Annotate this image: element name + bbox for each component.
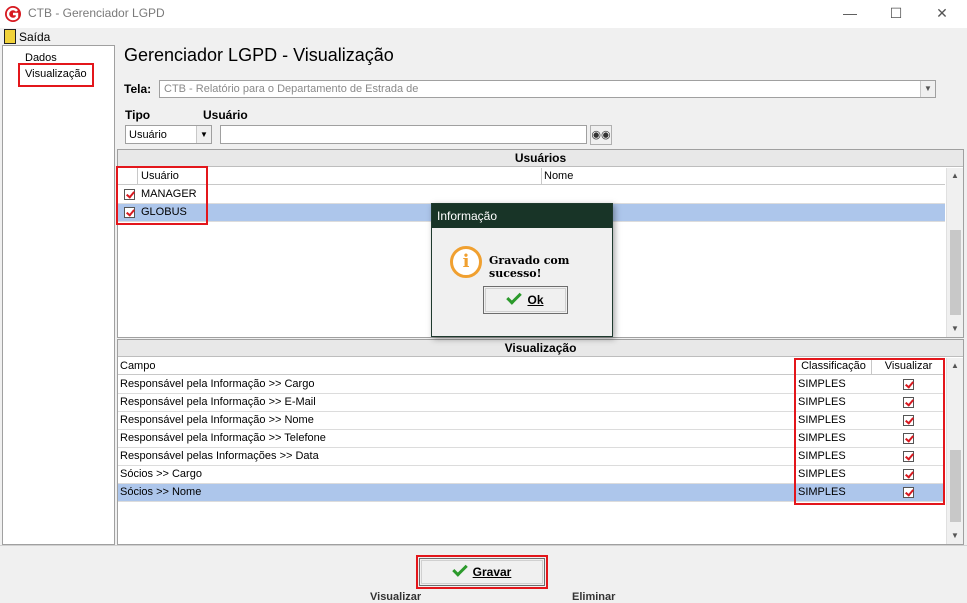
maximize-button[interactable]: ☐ <box>873 0 919 28</box>
menu-exit[interactable]: Saída <box>19 30 50 44</box>
campo-cell: Sócios >> Nome <box>120 486 202 498</box>
tela-select-value: CTB - Relatório para o Departamento de E… <box>164 83 419 95</box>
info-icon: i <box>450 246 482 278</box>
campo-cell: Responsável pela Informação >> E-Mail <box>120 396 316 408</box>
campo-cell: Responsável pela Informação >> Telefone <box>120 432 326 444</box>
scroll-thumb[interactable] <box>950 450 961 522</box>
close-button[interactable]: ✕ <box>919 0 965 28</box>
campo-cell: Responsável pela Informação >> Cargo <box>120 378 315 390</box>
tipo-label: Tipo <box>125 108 151 122</box>
tela-select[interactable]: CTB - Relatório para o Departamento de E… <box>159 80 936 98</box>
partial-visualizar-button[interactable]: Visualizar <box>370 591 421 603</box>
dialog-title: Informação <box>432 204 612 228</box>
scroll-down-icon[interactable]: ▼ <box>947 528 963 544</box>
navigation-tree: Dados Visualização <box>2 45 115 545</box>
campo-cell: Responsável pela Informação >> Nome <box>120 414 314 426</box>
title-bar: CTB - Gerenciador LGPD — ☐ ✕ <box>0 0 967 28</box>
campo-cell: Sócios >> Cargo <box>120 468 202 480</box>
users-panel-title: Usuários <box>118 150 963 167</box>
ok-button[interactable]: Ok <box>483 286 568 314</box>
highlight-box <box>794 358 945 505</box>
col-campo[interactable]: Campo <box>120 358 155 374</box>
partial-eliminar-button[interactable]: Eliminar <box>572 591 615 603</box>
visualizacao-panel-title: Visualização <box>118 340 963 357</box>
binoculars-search-icon[interactable]: ◉◉ <box>590 125 612 145</box>
tipo-select[interactable]: Usuário ▼ <box>125 125 212 144</box>
dialog-message: Gravado com sucesso! <box>489 254 570 280</box>
scroll-up-icon[interactable]: ▲ <box>947 358 963 374</box>
users-grid-header: Usuário Nome <box>118 168 945 185</box>
visualizacao-panel: Visualização Campo Classificação Visuali… <box>117 339 964 545</box>
window-title: CTB - Gerenciador LGPD <box>28 6 165 20</box>
menu-bar: Saída <box>0 28 967 46</box>
highlight-box <box>416 555 548 589</box>
table-row[interactable]: MANAGER <box>118 186 945 204</box>
chevron-down-icon[interactable]: ▼ <box>920 81 935 97</box>
exit-door-icon[interactable] <box>4 29 16 44</box>
info-dialog: Informação i Gravado com sucesso! Ok <box>431 203 613 337</box>
users-scrollbar[interactable]: ▲ ▼ <box>946 168 963 337</box>
usuario-label: Usuário <box>203 108 248 122</box>
app-logo-icon <box>5 6 21 22</box>
ok-button-label: Ok <box>527 293 544 307</box>
highlight-box <box>18 63 94 87</box>
campo-cell: Responsável pelas Informações >> Data <box>120 450 319 462</box>
tipo-select-value: Usuário <box>129 129 167 141</box>
scroll-thumb[interactable] <box>950 230 961 315</box>
visualizacao-scrollbar[interactable]: ▲ ▼ <box>946 358 963 544</box>
tela-label: Tela: <box>124 82 152 96</box>
highlight-box <box>116 166 208 225</box>
col-nome[interactable]: Nome <box>541 168 573 185</box>
minimize-button[interactable]: — <box>827 0 873 28</box>
check-icon <box>506 289 523 305</box>
scroll-up-icon[interactable]: ▲ <box>947 168 963 184</box>
usuario-search-input[interactable] <box>220 125 587 144</box>
chevron-down-icon[interactable]: ▼ <box>196 126 211 143</box>
scroll-down-icon[interactable]: ▼ <box>947 321 963 337</box>
page-title: Gerenciador LGPD - Visualização <box>124 45 394 65</box>
